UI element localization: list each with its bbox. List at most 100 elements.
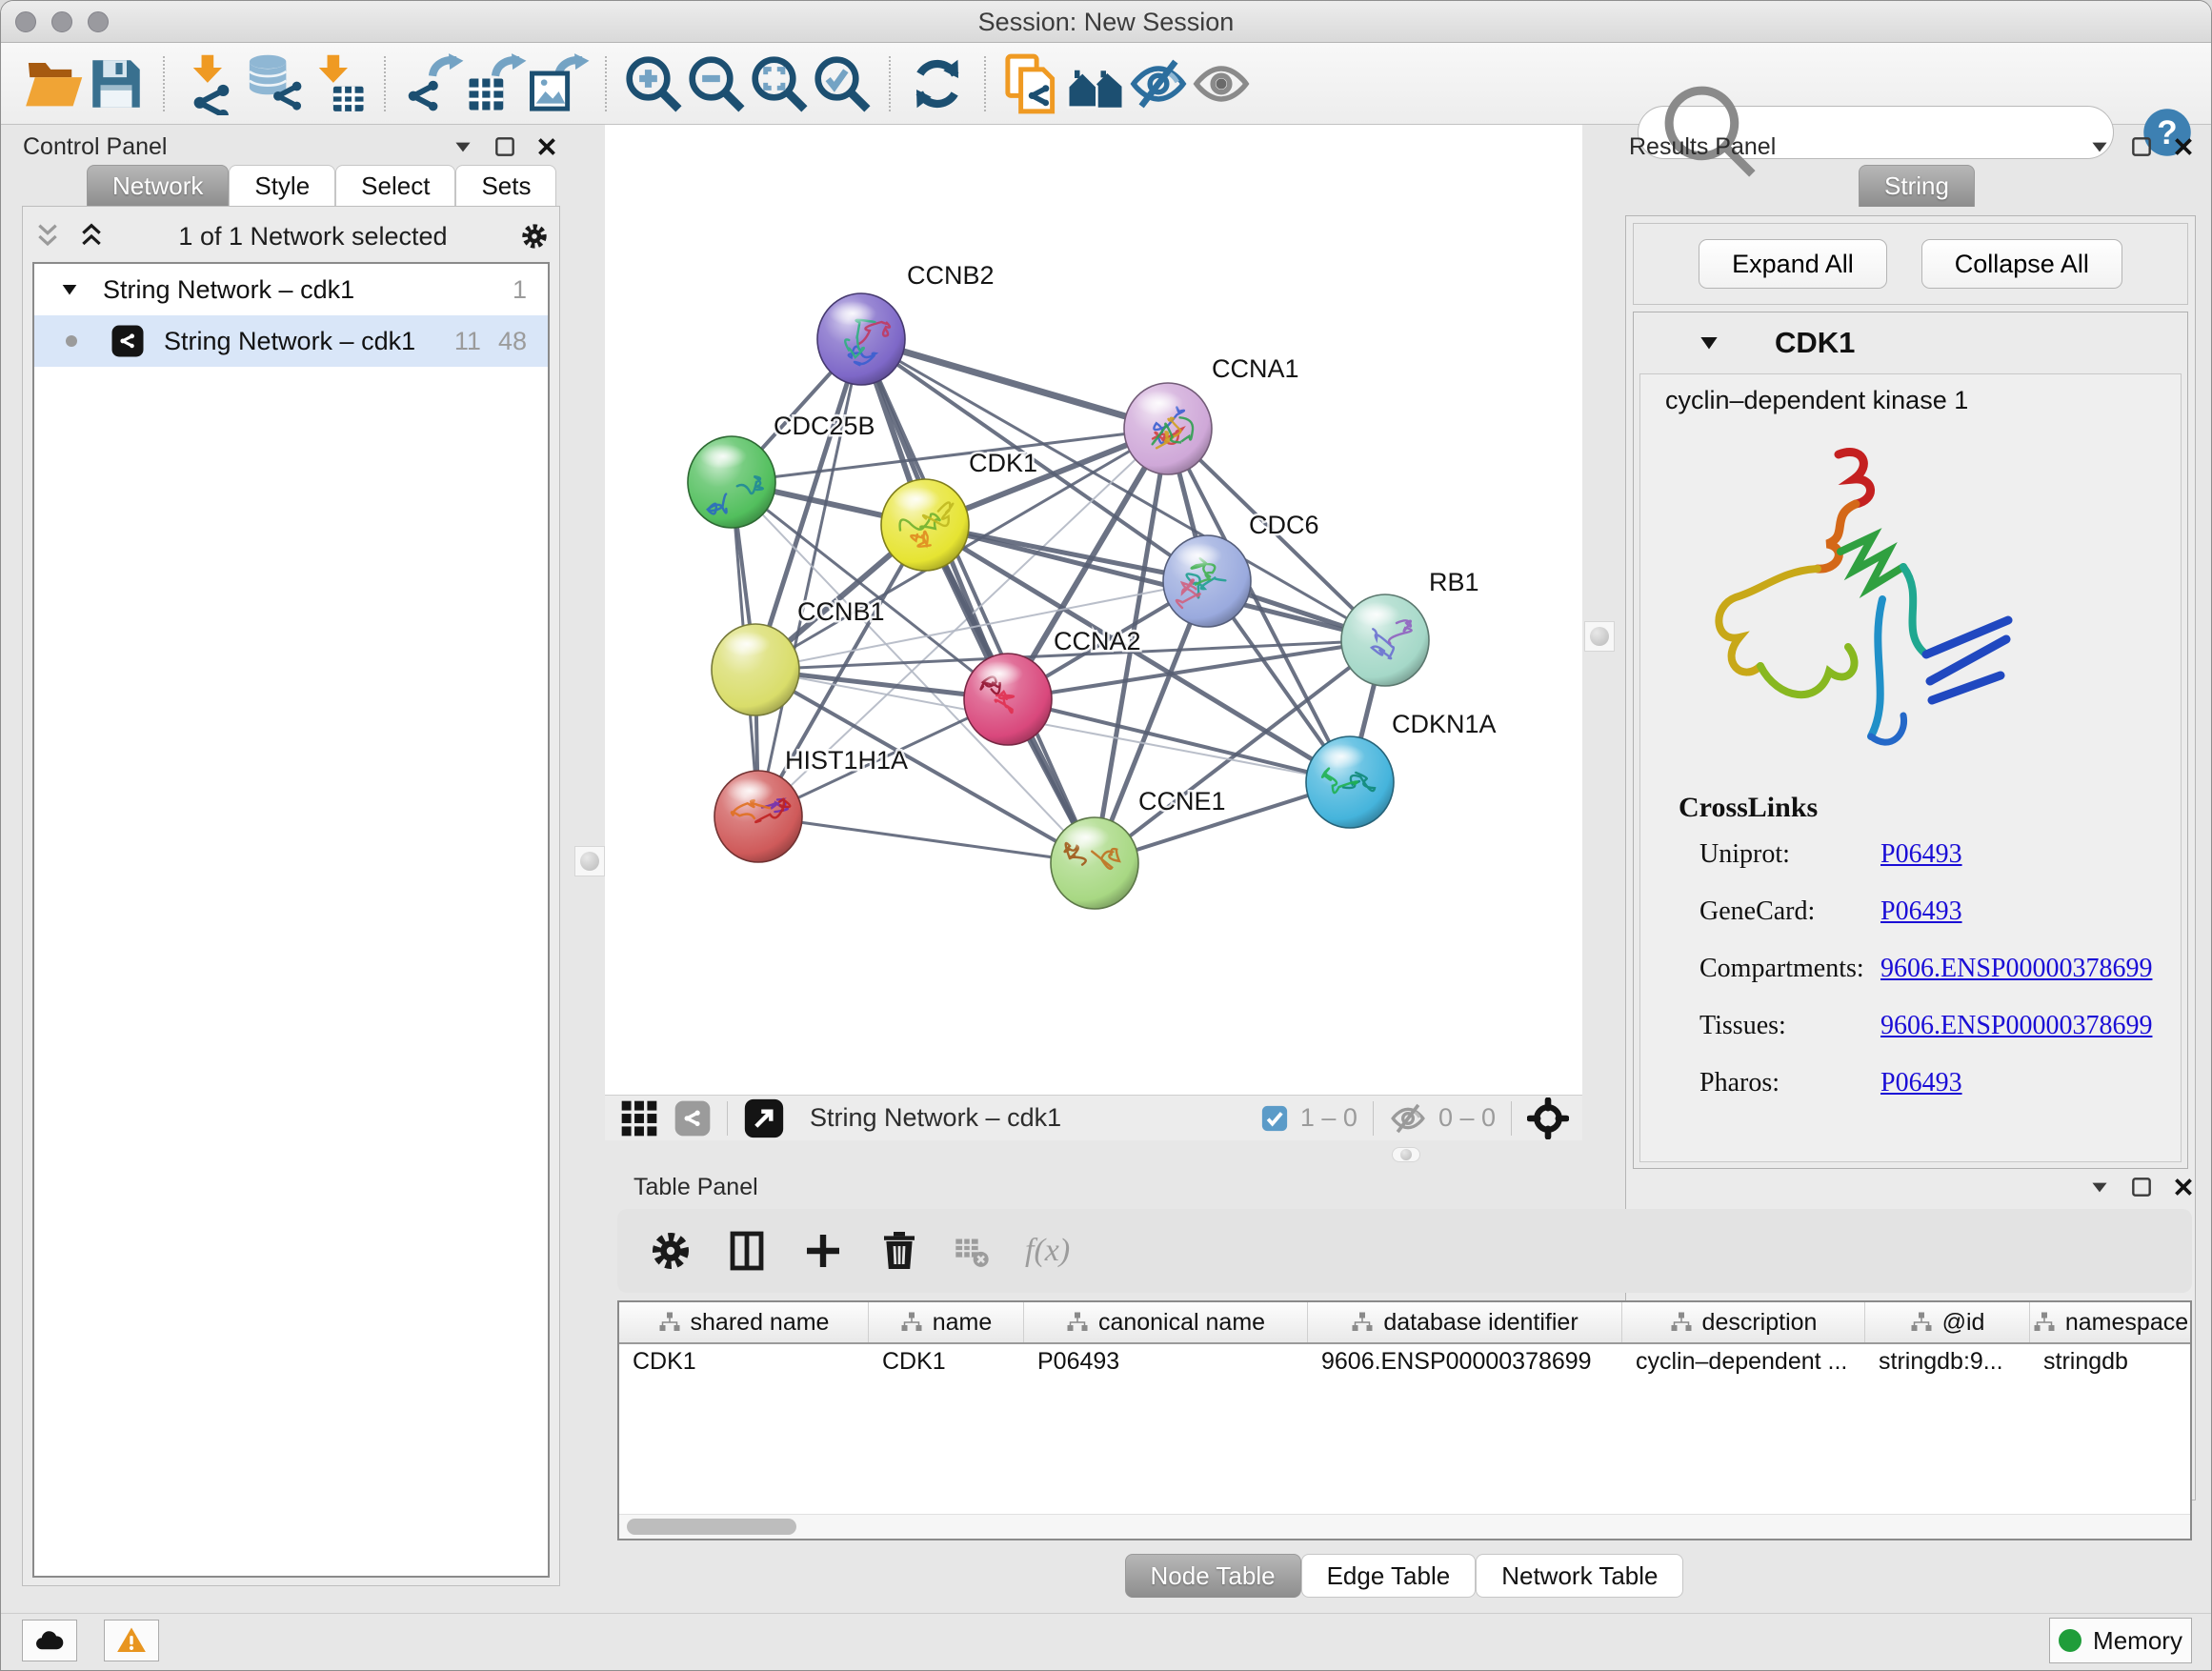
tab-style[interactable]: Style — [229, 165, 335, 207]
table-cell-canonical-name[interactable]: P06493 — [1024, 1344, 1308, 1382]
hide-selected-button[interactable] — [1127, 52, 1190, 115]
disclosure-triangle-icon[interactable] — [59, 279, 80, 300]
column-header-description[interactable]: description — [1622, 1302, 1865, 1342]
tab-sets[interactable]: Sets — [455, 165, 556, 207]
export-network-button[interactable] — [401, 52, 464, 115]
network-edge[interactable] — [861, 339, 1168, 429]
refresh-view-button[interactable] — [906, 52, 969, 115]
network-node-CDK1[interactable] — [881, 479, 969, 571]
column-header-canonical-name[interactable]: canonical name — [1024, 1302, 1308, 1342]
import-network-button[interactable] — [180, 52, 243, 115]
fit-selected-icon[interactable] — [1527, 1097, 1569, 1139]
crosslink-value[interactable]: P06493 — [1880, 1068, 1962, 1098]
delete-table-icon — [951, 1230, 993, 1272]
network-node-CDC25B[interactable] — [688, 436, 775, 528]
tab-edge-table[interactable]: Edge Table — [1301, 1554, 1477, 1598]
panel-menu-icon[interactable] — [451, 134, 475, 159]
import-network-from-database-button[interactable] — [243, 52, 306, 115]
network-node-CCNE1[interactable] — [1051, 817, 1138, 909]
horizontal-scrollbar[interactable] — [619, 1514, 2190, 1539]
first-neighbors-button[interactable] — [1064, 52, 1127, 115]
gene-section-header[interactable]: CDK1 — [1634, 312, 2187, 373]
right-divider-handle[interactable] — [1584, 621, 1615, 652]
left-divider-handle[interactable] — [574, 846, 605, 876]
network-canvas[interactable]: CCNB2CCNA1CDC25BCDK1CDC6RB1CCNB1CCNA2CDK… — [605, 125, 1582, 1095]
column-header-name[interactable]: name — [869, 1302, 1024, 1342]
network-node-CDC6[interactable] — [1163, 535, 1251, 627]
tab-string[interactable]: String — [1859, 165, 1975, 207]
bottom-divider-handle[interactable] — [1392, 1147, 1420, 1162]
network-node-RB1[interactable] — [1341, 594, 1429, 686]
float-panel-icon[interactable] — [2129, 134, 2154, 159]
export-table-button[interactable] — [464, 52, 527, 115]
network-options-gear-icon[interactable] — [519, 221, 550, 252]
window-title: Session: New Session — [1, 8, 2211, 37]
zoom-fit-content-button[interactable] — [748, 52, 811, 115]
collapse-all-networks-icon[interactable] — [32, 221, 63, 252]
close-panel-icon[interactable] — [2171, 134, 2196, 159]
zoom-in-button[interactable] — [622, 52, 685, 115]
panel-menu-icon[interactable] — [2087, 1175, 2112, 1199]
grid-view-icon[interactable] — [618, 1097, 660, 1139]
new-column-icon[interactable] — [798, 1226, 848, 1276]
expand-all-button[interactable]: Expand All — [1699, 239, 1887, 289]
memory-button[interactable]: Memory — [2049, 1618, 2192, 1663]
tab-select[interactable]: Select — [335, 165, 455, 207]
close-panel-icon[interactable] — [2171, 1175, 2196, 1199]
float-panel-icon[interactable] — [2129, 1175, 2154, 1199]
warnings-button[interactable] — [104, 1620, 159, 1661]
table-cell-description[interactable]: cyclin–dependent ... — [1622, 1344, 1865, 1382]
show-all-button[interactable] — [1190, 52, 1253, 115]
crosslink-value[interactable]: 9606.ENSP00000378699 — [1880, 1011, 2152, 1041]
table-row[interactable]: CDK1CDK1P064939606.ENSP00000378699cyclin… — [619, 1344, 2190, 1382]
column-header-id[interactable]: @id — [1865, 1302, 2030, 1342]
zoom-selected-region-button[interactable] — [811, 52, 874, 115]
save-session-button[interactable] — [85, 52, 148, 115]
network-node-CCNB1[interactable] — [712, 624, 799, 715]
tab-node-table[interactable]: Node Table — [1125, 1554, 1301, 1598]
export-image-button[interactable] — [527, 52, 590, 115]
table-cell-namespace[interactable]: stringdb — [2030, 1344, 2192, 1382]
duplicate-network-button[interactable] — [1001, 52, 1064, 115]
zoom-out-button[interactable] — [685, 52, 748, 115]
crosslink-value[interactable]: P06493 — [1880, 839, 1962, 870]
float-panel-icon[interactable] — [493, 134, 517, 159]
table-cell-shared-name[interactable]: CDK1 — [619, 1344, 869, 1382]
show-columns-icon[interactable] — [722, 1226, 772, 1276]
open-session-button[interactable] — [22, 52, 85, 115]
panel-menu-icon[interactable] — [2087, 134, 2112, 159]
network-node-CCNB2[interactable] — [817, 293, 905, 385]
network-row[interactable]: String Network – cdk1 11 48 — [34, 315, 548, 367]
share-network-icon[interactable] — [674, 1099, 712, 1137]
crosslink-label: Uniprot: — [1699, 839, 1880, 870]
network-node-CDKN1A[interactable] — [1306, 736, 1394, 828]
network-edge[interactable] — [861, 339, 1095, 863]
delete-columns-icon[interactable] — [875, 1226, 924, 1276]
tab-network-table[interactable]: Network Table — [1476, 1554, 1683, 1598]
network-collection-row[interactable]: String Network – cdk1 1 — [34, 264, 548, 315]
crosslink-value[interactable]: 9606.ENSP00000378699 — [1880, 954, 2152, 984]
expand-all-networks-icon[interactable] — [76, 221, 107, 252]
network-node-CCNA1[interactable] — [1124, 383, 1212, 474]
column-header-database-identifier[interactable]: database identifier — [1308, 1302, 1622, 1342]
network-edge[interactable] — [758, 816, 1095, 863]
column-header-shared-name[interactable]: shared name — [619, 1302, 869, 1342]
table-cell-name[interactable]: CDK1 — [869, 1344, 1024, 1382]
selected-checkbox-icon[interactable] — [1260, 1104, 1289, 1133]
hierarchy-icon — [658, 1311, 681, 1334]
scrollbar-thumb[interactable] — [627, 1519, 796, 1535]
detach-view-icon[interactable] — [743, 1097, 785, 1139]
cloud-button[interactable] — [22, 1620, 77, 1661]
collapse-all-button[interactable]: Collapse All — [1921, 239, 2122, 289]
table-cell-id[interactable]: stringdb:9... — [1865, 1344, 2030, 1382]
tab-network[interactable]: Network — [87, 165, 229, 207]
close-panel-icon[interactable] — [534, 134, 559, 159]
table-settings-gear-icon[interactable] — [646, 1226, 695, 1276]
import-table-button[interactable] — [306, 52, 369, 115]
network-node-HIST1H1A[interactable] — [714, 771, 802, 862]
disclosure-triangle-icon[interactable] — [1697, 331, 1721, 355]
crosslink-value[interactable]: P06493 — [1880, 896, 1962, 927]
table-cell-database-identifier[interactable]: 9606.ENSP00000378699 — [1308, 1344, 1622, 1382]
column-header-namespace[interactable]: namespace — [2030, 1302, 2192, 1342]
network-node-CCNA2[interactable] — [964, 654, 1052, 745]
